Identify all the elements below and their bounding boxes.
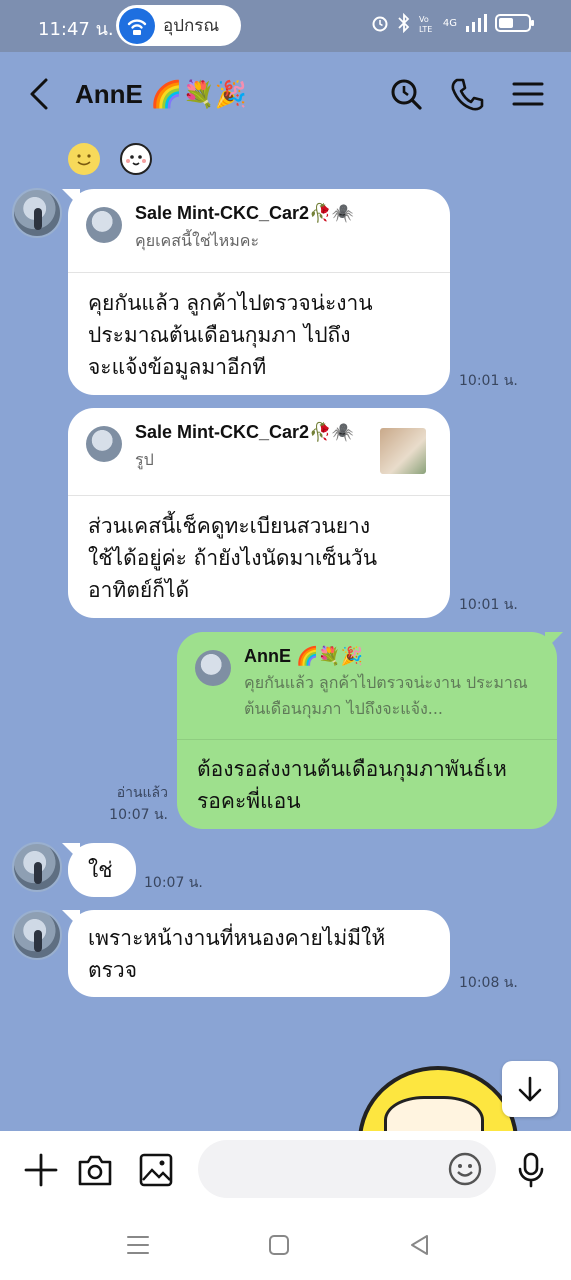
battery-icon bbox=[495, 14, 534, 32]
message-text: เพราะหน้างานที่หนองคายไม่มีให้ ตรวจ bbox=[88, 926, 386, 982]
message-time: 10:01 น. bbox=[459, 373, 518, 389]
menu-icon[interactable] bbox=[510, 76, 546, 112]
contact-avatar[interactable] bbox=[12, 188, 62, 238]
reply-avatar bbox=[195, 650, 231, 686]
scroll-to-bottom-button[interactable] bbox=[502, 1061, 558, 1117]
shy-emoji-icon bbox=[120, 143, 152, 175]
reply-sender: Sale Mint-CKC_Car2🥀🕷️ bbox=[135, 203, 354, 223]
reaction-emoji-strip bbox=[68, 143, 152, 175]
camera-icon[interactable] bbox=[76, 1151, 114, 1189]
network-type: 4G bbox=[442, 17, 457, 29]
message-bubble-incoming[interactable]: Sale Mint-CKC_Car2🥀🕷️ รูป ส่วนเคสนี้เช็ค… bbox=[68, 408, 450, 618]
status-time: 11:47 น. bbox=[38, 19, 114, 40]
signal-icon bbox=[466, 14, 487, 32]
reply-preview[interactable]: Sale Mint-CKC_Car2🥀🕷️ รูป bbox=[68, 408, 450, 496]
contact-avatar[interactable] bbox=[12, 910, 62, 960]
reply-sender: AnnE 🌈💐🎉 bbox=[244, 646, 364, 666]
message-text: ต้องรอส่งงานต้นเดือนกุมภาพันธ์เห รอคะพี่… bbox=[197, 757, 507, 813]
message-time: 10:07 น. bbox=[144, 875, 203, 891]
message-text: ใช่ bbox=[88, 858, 113, 882]
chat-header: AnnE 🌈💐🎉 bbox=[0, 52, 571, 138]
sticker-image[interactable] bbox=[322, 1052, 522, 1132]
system-icons: Vo LTE 4G bbox=[371, 13, 534, 33]
microphone-icon[interactable] bbox=[512, 1151, 550, 1189]
message-bubble-outgoing[interactable]: AnnE 🌈💐🎉 คุยกันแล้ว ลูกค้าไปตรวจน่ะงาน ป… bbox=[177, 632, 557, 829]
message-time: 10:01 น. bbox=[459, 597, 518, 613]
message-bubble-incoming[interactable]: ใช่ bbox=[68, 843, 136, 897]
chat-title[interactable]: AnnE 🌈💐🎉 bbox=[75, 79, 247, 110]
message-text: คุยกันแล้ว ลูกค้าไปตรวจน่ะงาน ประมาณต้นเ… bbox=[88, 291, 373, 379]
reply-preview[interactable]: Sale Mint-CKC_Car2🥀🕷️ คุยเคสนี้ใช่ไหมคะ bbox=[68, 189, 450, 273]
hotspot-label: อุปกรณ bbox=[163, 16, 220, 36]
hotspot-pill[interactable]: อุปกรณ bbox=[116, 5, 241, 46]
smile-emoji-icon bbox=[68, 143, 100, 175]
search-icon[interactable] bbox=[388, 76, 424, 112]
reply-text: คุยเคสนี้ใช่ไหมคะ bbox=[135, 231, 260, 250]
back-arrow-icon[interactable] bbox=[25, 76, 55, 112]
phone-icon[interactable] bbox=[449, 76, 485, 112]
message-text: ส่วนเคสนี้เช็คดูทะเบียนสวนยาง ใช้ได้อยู่… bbox=[88, 514, 378, 602]
reply-preview[interactable]: AnnE 🌈💐🎉 คุยกันแล้ว ลูกค้าไปตรวจน่ะงาน ป… bbox=[177, 632, 557, 740]
reply-text: คุยกันแล้ว ลูกค้าไปตรวจน่ะงาน ประมาณต้นเ… bbox=[244, 673, 528, 718]
plus-icon[interactable] bbox=[22, 1151, 60, 1189]
contact-avatar[interactable] bbox=[12, 842, 62, 892]
emoji-icon[interactable] bbox=[446, 1150, 484, 1188]
svg-text:LTE: LTE bbox=[419, 25, 432, 33]
reply-sender: Sale Mint-CKC_Car2🥀🕷️ bbox=[135, 422, 354, 442]
system-navigation-bar bbox=[0, 1207, 571, 1280]
message-bubble-incoming[interactable]: เพราะหน้างานที่หนองคายไม่มีให้ ตรวจ bbox=[68, 910, 450, 997]
wifi-hotspot-icon bbox=[119, 7, 155, 44]
read-receipt: อ่านแล้ว 10:07 น. bbox=[109, 785, 168, 823]
reply-avatar bbox=[86, 426, 122, 462]
message-bubble-incoming[interactable]: Sale Mint-CKC_Car2🥀🕷️ คุยเคสนี้ใช่ไหมคะ … bbox=[68, 189, 450, 395]
gallery-icon[interactable] bbox=[137, 1151, 175, 1189]
status-bar: 11:47 น. อุปกรณ Vo LTE 4G bbox=[0, 0, 571, 52]
svg-text:Vo: Vo bbox=[419, 15, 429, 24]
message-time: 10:08 น. bbox=[459, 975, 518, 991]
volte-icon: VoLTE bbox=[419, 15, 432, 33]
alarm-icon bbox=[372, 16, 388, 32]
arrow-down-icon bbox=[518, 1076, 542, 1102]
bluetooth-icon bbox=[398, 13, 410, 33]
home-icon[interactable] bbox=[264, 1230, 294, 1260]
reply-avatar bbox=[86, 207, 122, 243]
reply-text: รูป bbox=[135, 450, 154, 469]
back-nav-icon[interactable] bbox=[404, 1230, 434, 1260]
message-input-bar bbox=[0, 1131, 571, 1207]
reply-image-thumbnail[interactable] bbox=[380, 428, 426, 474]
recent-apps-icon[interactable] bbox=[123, 1230, 153, 1260]
